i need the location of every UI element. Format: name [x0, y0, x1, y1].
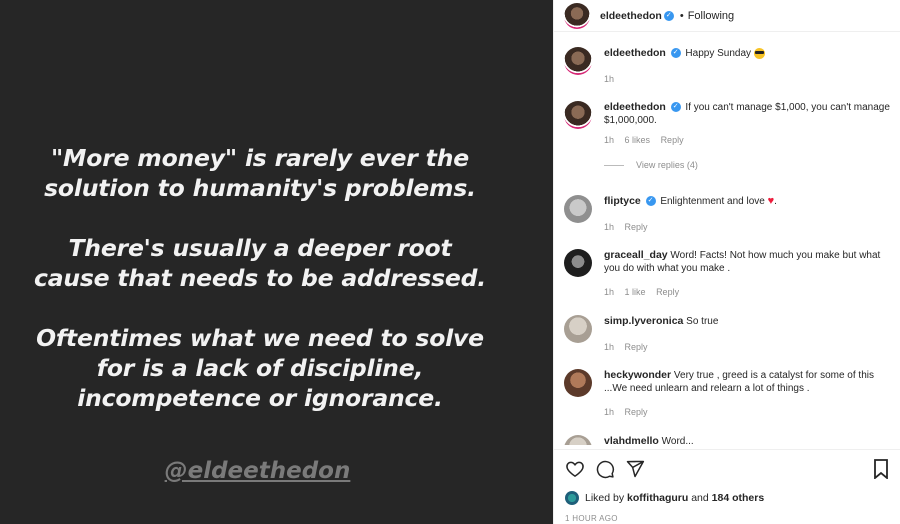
comment-item: heckywonder Very true , greed is a catal… — [564, 369, 892, 419]
avatar[interactable] — [564, 249, 592, 277]
divider-line — [604, 165, 624, 166]
follow-status[interactable]: Following — [688, 10, 734, 22]
liker-username[interactable]: koffithaguru — [627, 492, 688, 504]
comment-username[interactable]: simp.lyveronica — [604, 315, 683, 327]
comment-time: 1h — [604, 222, 615, 232]
post-timestamp: 1 HOUR AGO — [565, 514, 618, 523]
quote-paragraph-1: "More money" is rarely ever the solution… — [44, 144, 476, 202]
comment-item: simp.lyveronica So true 1h Reply — [564, 315, 892, 354]
watermark-handle: @eldeethedon — [164, 458, 351, 484]
comment-likes[interactable]: 6 likes — [625, 135, 651, 145]
verified-icon: ✓ — [645, 196, 656, 207]
comment-likes[interactable]: 1 like — [625, 287, 646, 297]
comment-username[interactable]: vlahdmello — [604, 435, 659, 445]
avatar[interactable] — [564, 435, 592, 445]
likes-joiner: and — [691, 492, 709, 504]
comment-icon[interactable] — [595, 459, 615, 479]
comment-item: fliptyce ✓ Enlightenment and love ♥. 1h … — [564, 195, 892, 234]
comment-text: So true — [686, 316, 719, 327]
comment-time: 1h — [604, 135, 615, 145]
comments-list[interactable]: eldeethedon ✓ Happy Sunday 1h eldeethedo… — [554, 33, 900, 445]
comment-time: 1h — [604, 74, 615, 84]
sunglasses-emoji-icon — [753, 47, 765, 59]
avatar[interactable] — [564, 47, 592, 75]
comment-item: eldeethedon ✓ If you can't manage $1,000… — [564, 101, 892, 172]
verified-icon: ✓ — [670, 48, 681, 59]
comment-time: 1h — [604, 287, 615, 297]
reply-button[interactable]: Reply — [625, 407, 648, 417]
comment-text: Word... — [661, 436, 694, 445]
comment-item: graceall_day Word! Facts! Not how much y… — [564, 249, 892, 299]
bookmark-icon[interactable] — [874, 459, 888, 479]
quote-paragraph-2: There's usually a deeper root cause that… — [33, 234, 487, 292]
avatar[interactable] — [564, 315, 592, 343]
comment-username[interactable]: eldeethedon — [604, 47, 666, 59]
comments-panel: eldeethedon ✓ • Following eldeethedon ✓ … — [553, 0, 900, 524]
reply-button[interactable]: Reply — [625, 342, 648, 352]
avatar[interactable] — [564, 195, 592, 223]
avatar[interactable] — [564, 369, 592, 397]
post-header: eldeethedon ✓ • Following — [554, 0, 900, 32]
avatar[interactable] — [564, 101, 592, 129]
comment-username[interactable]: heckywonder — [604, 369, 671, 381]
comment-username[interactable]: fliptyce — [604, 195, 641, 207]
author-username[interactable]: eldeethedon — [600, 10, 662, 22]
author-avatar[interactable] — [564, 2, 590, 29]
quote-paragraph-3: Oftentimes what we need to solve for is … — [36, 324, 484, 412]
verified-icon: ✓ — [663, 10, 674, 21]
reply-button[interactable]: Reply — [661, 135, 684, 145]
likes-summary: Liked by koffithaguru and 184 others — [565, 491, 764, 505]
view-replies-button[interactable]: View replies (4) — [604, 159, 892, 172]
share-icon[interactable] — [625, 459, 645, 479]
action-bar — [554, 449, 900, 487]
reply-button[interactable]: Reply — [625, 222, 648, 232]
separator-dot: • — [679, 9, 684, 22]
comment-time: 1h — [604, 407, 615, 417]
likes-prefix: Liked by — [585, 492, 625, 504]
comment-time: 1h — [604, 342, 615, 352]
comment-item: vlahdmello Word... — [564, 435, 892, 445]
comment-text: Enlightenment and love — [660, 196, 765, 207]
verified-icon: ✓ — [670, 102, 681, 113]
red-heart-emoji-icon: ♥ — [767, 195, 775, 207]
comment-text: Happy Sunday — [685, 48, 752, 59]
reply-button[interactable]: Reply — [656, 287, 679, 297]
liker-avatar[interactable] — [565, 491, 579, 505]
heart-icon[interactable] — [565, 459, 585, 479]
comment-username[interactable]: eldeethedon — [604, 101, 666, 113]
quote-text: "More money" is rarely ever the solution… — [0, 143, 520, 443]
post-image[interactable]: "More money" is rarely ever the solution… — [0, 0, 553, 524]
likes-others-count[interactable]: 184 others — [712, 492, 765, 504]
comment-username[interactable]: graceall_day — [604, 249, 668, 261]
comment-item: eldeethedon ✓ Happy Sunday 1h — [564, 47, 892, 86]
view-replies-label: View replies (4) — [636, 160, 698, 170]
